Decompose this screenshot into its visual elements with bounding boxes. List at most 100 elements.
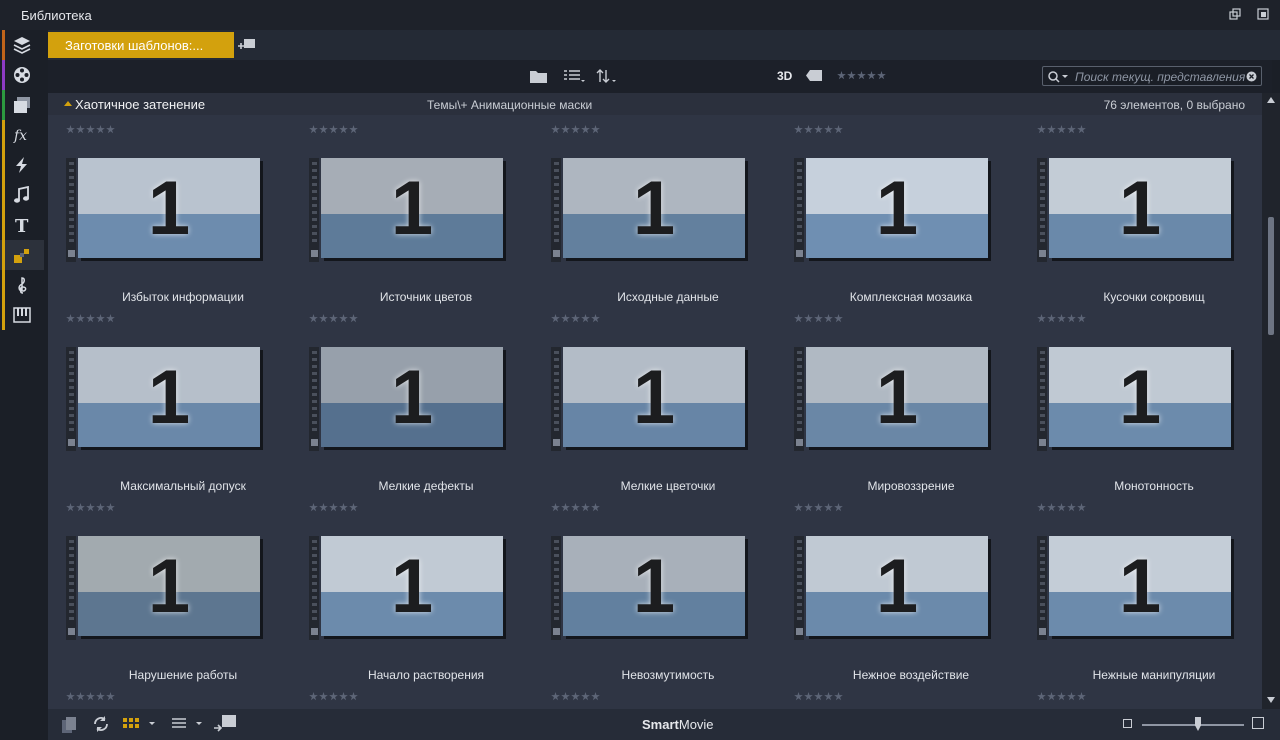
item-rating[interactable] — [794, 692, 843, 701]
tab-presets[interactable]: Заготовки шаблонов:... — [48, 32, 234, 58]
item-rating[interactable] — [1037, 125, 1086, 134]
maximize-icon[interactable] — [1257, 8, 1269, 20]
item-label: Мелкие дефекты — [378, 479, 474, 493]
thumbnail-image: 1 — [1049, 536, 1231, 636]
zoom-slider-track[interactable] — [1142, 724, 1244, 726]
sync-icon[interactable] — [93, 716, 109, 732]
item-thumbnail[interactable]: 1 — [309, 536, 509, 640]
filmstrip — [66, 347, 76, 451]
item-rating[interactable] — [794, 503, 843, 512]
item-thumbnail[interactable]: 1 — [309, 158, 509, 262]
item-rating[interactable] — [551, 503, 600, 512]
filmstrip — [794, 347, 804, 451]
group-header[interactable]: Хаотичное затенение Темы\+ Анимационные … — [48, 93, 1262, 115]
scroll-up-icon[interactable] — [1267, 97, 1275, 103]
bottom-bar: SmartMovie — [48, 709, 1280, 740]
item-rating[interactable] — [551, 692, 600, 701]
small-thumb-icon[interactable] — [1123, 719, 1132, 728]
item-rating[interactable] — [794, 314, 843, 323]
montage-icon — [14, 249, 29, 263]
tag-icon[interactable] — [806, 70, 822, 81]
item-rating[interactable] — [551, 314, 600, 323]
category-color-stripe — [2, 90, 5, 120]
category-color-stripe — [2, 180, 5, 210]
layers-icon — [13, 37, 31, 54]
sidebar-item-film-reel[interactable] — [0, 60, 44, 90]
item-thumbnail[interactable]: 1 — [794, 347, 994, 451]
item-thumbnail[interactable]: 1 — [794, 536, 994, 640]
lightning-icon — [16, 157, 27, 173]
search-icon[interactable] — [1047, 70, 1071, 83]
list-view-icon[interactable] — [564, 69, 586, 83]
item-thumbnail[interactable]: 1 — [794, 158, 994, 262]
search-input[interactable]: Поиск текущ. представления — [1042, 66, 1262, 86]
item-rating[interactable] — [66, 314, 115, 323]
resize-corner-icon — [796, 628, 803, 635]
item-thumbnail[interactable]: 1 — [66, 347, 266, 451]
send-to-icon[interactable] — [214, 715, 236, 733]
item-thumbnail[interactable]: 1 — [66, 158, 266, 262]
sidebar-item-music-note[interactable] — [0, 180, 44, 210]
3d-filter-button[interactable]: 3D — [777, 69, 792, 83]
item-thumbnail[interactable]: 1 — [309, 347, 509, 451]
music-note-icon — [14, 186, 29, 203]
copy-icon[interactable] — [62, 717, 76, 733]
undock-icon[interactable] — [1229, 8, 1241, 20]
filmstrip — [551, 536, 561, 640]
item-thumbnail[interactable]: 1 — [1037, 347, 1237, 451]
large-thumb-icon[interactable] — [1252, 717, 1264, 729]
resize-corner-icon — [553, 628, 560, 635]
item-thumbnail[interactable]: 1 — [66, 536, 266, 640]
sidebar-item-layers[interactable] — [0, 30, 44, 60]
item-thumbnail[interactable]: 1 — [551, 536, 751, 640]
item-rating[interactable] — [794, 125, 843, 134]
clear-search-icon[interactable] — [1246, 71, 1257, 82]
item-rating[interactable] — [309, 125, 358, 134]
filmstrip — [66, 536, 76, 640]
sidebar-item-fx[interactable]: fx — [0, 120, 44, 150]
zoom-slider-knob[interactable] — [1195, 717, 1201, 731]
sidebar-item-montage[interactable] — [0, 240, 44, 270]
resize-corner-icon — [311, 439, 318, 446]
item-rating[interactable] — [66, 503, 115, 512]
sidebar-item-piano-keys[interactable] — [0, 300, 44, 330]
item-label: Нарушение работы — [128, 668, 238, 682]
sidebar-item-photos[interactable] — [0, 90, 44, 120]
thumbnail-image: 1 — [321, 536, 503, 636]
item-rating[interactable] — [66, 125, 115, 134]
sidebar-item-treble-clef[interactable] — [0, 270, 44, 300]
item-rating[interactable] — [551, 125, 600, 134]
sidebar-item-text-title[interactable]: T — [0, 210, 44, 240]
item-rating[interactable] — [309, 692, 358, 701]
item-rating[interactable] — [66, 692, 115, 701]
thumbnail-number: 1 — [1118, 544, 1162, 629]
resize-corner-icon — [796, 439, 803, 446]
scroll-down-icon[interactable] — [1267, 697, 1275, 703]
collapse-caret-icon[interactable] — [64, 101, 72, 106]
sidebar-item-lightning[interactable] — [0, 150, 44, 180]
item-rating[interactable] — [309, 503, 358, 512]
item-thumbnail[interactable]: 1 — [551, 158, 751, 262]
resize-corner-icon — [1039, 250, 1046, 257]
sort-icon[interactable] — [596, 69, 618, 83]
item-rating[interactable] — [1037, 692, 1086, 701]
grid-view-icon[interactable] — [123, 718, 157, 730]
item-thumbnail[interactable]: 1 — [1037, 536, 1237, 640]
filmstrip — [551, 347, 561, 451]
item-rating[interactable] — [1037, 503, 1086, 512]
add-tab-icon[interactable] — [238, 37, 256, 53]
list-menu-icon[interactable] — [172, 718, 204, 730]
thumbnail-image: 1 — [78, 536, 260, 636]
scrollbar-thumb[interactable] — [1268, 217, 1274, 335]
resize-corner-icon — [68, 439, 75, 446]
item-thumbnail[interactable]: 1 — [551, 347, 751, 451]
item-rating[interactable] — [309, 314, 358, 323]
folder-icon[interactable] — [530, 69, 547, 83]
smartmovie-button[interactable]: SmartMovie — [642, 717, 714, 732]
tab-presets-label: Заготовки шаблонов:... — [65, 37, 204, 53]
title-bar: Библиотека — [0, 0, 1280, 30]
item-rating[interactable] — [1037, 314, 1086, 323]
rating-filter[interactable] — [837, 71, 886, 80]
vertical-scrollbar[interactable] — [1262, 93, 1280, 709]
item-thumbnail[interactable]: 1 — [1037, 158, 1237, 262]
